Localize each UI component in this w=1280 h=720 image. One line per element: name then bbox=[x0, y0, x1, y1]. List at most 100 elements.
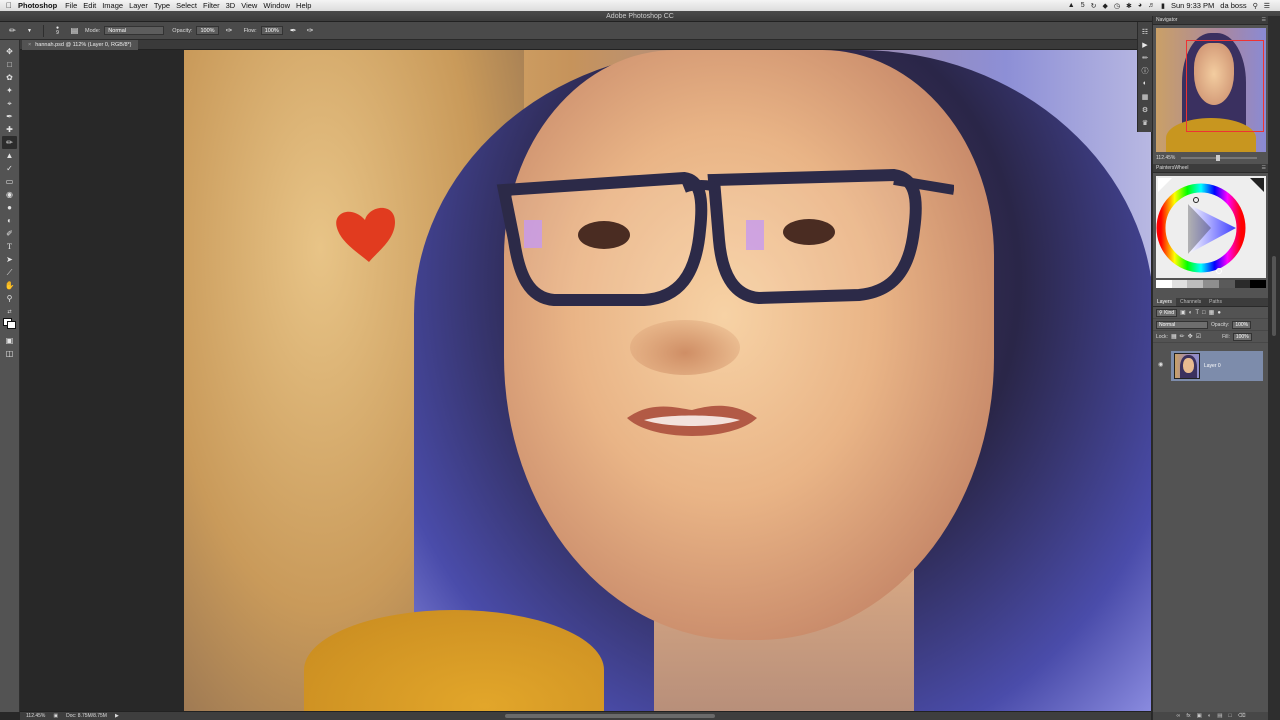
volume-icon[interactable]: ♬ bbox=[1148, 2, 1155, 9]
apple-icon[interactable]:  bbox=[0, 1, 18, 10]
lasso-tool-icon[interactable]: ✿ bbox=[2, 71, 17, 84]
artwork-portrait[interactable] bbox=[184, 50, 1151, 711]
add-mask-icon[interactable]: ▣ bbox=[1197, 713, 1202, 719]
line-tool-icon[interactable]: ⟋ bbox=[2, 266, 17, 279]
panel-scrollbar[interactable] bbox=[1272, 256, 1276, 336]
delete-layer-icon[interactable]: ⌫ bbox=[1238, 713, 1246, 719]
menu-edit[interactable]: Edit bbox=[83, 1, 102, 10]
tab-layers[interactable]: Layers bbox=[1153, 298, 1177, 306]
clone-stamp-tool-icon[interactable]: ▲ bbox=[2, 149, 17, 162]
adjustments-icon[interactable]: ◐ bbox=[1139, 77, 1151, 90]
marquee-tool-icon[interactable]: □ bbox=[2, 58, 17, 71]
history-icon[interactable]: ☷ bbox=[1139, 25, 1151, 38]
menu-user[interactable]: da boss bbox=[1220, 1, 1246, 10]
layer-style-icon[interactable]: fx bbox=[1186, 713, 1190, 719]
clone-source-icon[interactable]: ♛ bbox=[1139, 116, 1151, 129]
quick-mask-icon[interactable]: ▣ bbox=[2, 334, 17, 347]
blur-tool-icon[interactable]: ● bbox=[2, 201, 17, 214]
spotlight-icon[interactable]: ⚲ bbox=[1253, 2, 1258, 10]
menu-image[interactable]: Image bbox=[102, 1, 129, 10]
swatches-icon[interactable]: ▦ bbox=[1139, 90, 1151, 103]
adjustment-layer-icon[interactable]: ◐ bbox=[1208, 713, 1211, 719]
layer-visibility-eye-icon[interactable]: ◉ bbox=[1158, 361, 1163, 368]
panel-menu-icon[interactable]: ☰ bbox=[1262, 16, 1266, 25]
pressure-opacity-icon[interactable]: ✑ bbox=[223, 25, 236, 37]
horizontal-scrollbar[interactable] bbox=[505, 714, 715, 718]
filter-type-icon[interactable]: T bbox=[1195, 310, 1199, 316]
eyedropper-tool-icon[interactable]: ✒ bbox=[2, 110, 17, 123]
timemachine-icon[interactable]: ◷ bbox=[1114, 2, 1120, 10]
lock-pixels-icon[interactable]: ✏ bbox=[1180, 333, 1185, 340]
new-layer-icon[interactable]: □ bbox=[1228, 713, 1231, 719]
layer-opacity-field[interactable]: 100% bbox=[1232, 320, 1252, 329]
dropbox-icon[interactable]: ◆ bbox=[1102, 2, 1107, 10]
lock-transparent-icon[interactable]: ▦ bbox=[1171, 333, 1177, 340]
actions-icon[interactable]: ▶ bbox=[1139, 38, 1151, 51]
notification-center-icon[interactable]: ☰ bbox=[1264, 2, 1270, 10]
crop-tool-icon[interactable]: ⌖ bbox=[2, 97, 17, 110]
brush-panel-icon[interactable]: ▤ bbox=[68, 25, 81, 37]
filter-toggle-icon[interactable]: ● bbox=[1217, 310, 1221, 316]
airbrush-icon[interactable]: ✒ bbox=[287, 25, 300, 37]
mode-select[interactable]: Normal bbox=[104, 26, 165, 35]
eraser-tool-icon[interactable]: ▭ bbox=[2, 175, 17, 188]
close-icon[interactable]: × bbox=[28, 42, 31, 48]
layer-thumbnail[interactable] bbox=[1174, 353, 1200, 379]
history-brush-tool-icon[interactable]: ✓ bbox=[2, 162, 17, 175]
panel-menu-icon[interactable]: ☰ bbox=[1262, 164, 1266, 173]
brush-tool-icon[interactable]: ✏ bbox=[2, 136, 17, 149]
flow-field[interactable]: 100% bbox=[260, 26, 283, 35]
adobe-icon[interactable]: ▲ bbox=[1068, 2, 1075, 9]
link-layers-icon[interactable]: ∞ bbox=[1176, 713, 1180, 719]
filter-shape-icon[interactable]: □ bbox=[1202, 310, 1206, 316]
navigator-thumbnail[interactable] bbox=[1156, 28, 1266, 152]
color-wheel[interactable] bbox=[1156, 176, 1266, 278]
opacity-field[interactable]: 100% bbox=[196, 26, 219, 35]
layer-row[interactable]: Layer 0 bbox=[1171, 351, 1263, 381]
navigator-zoom-slider[interactable] bbox=[1181, 155, 1257, 161]
navigator-header[interactable]: Navigator ☰ bbox=[1153, 16, 1269, 25]
tab-channels[interactable]: Channels bbox=[1176, 298, 1205, 306]
export-icon[interactable]: ▣ bbox=[53, 713, 58, 719]
brushes-icon[interactable]: ✏ bbox=[1139, 51, 1151, 64]
menu-app-photoshop[interactable]: Photoshop bbox=[18, 1, 65, 10]
screen-mode-icon[interactable]: ◫ bbox=[2, 347, 17, 360]
zoom-tool-icon[interactable]: ⚲ bbox=[2, 292, 17, 305]
path-selection-tool-icon[interactable]: ➤ bbox=[2, 253, 17, 266]
menu-file[interactable]: File bbox=[65, 1, 83, 10]
bluetooth-icon[interactable]: ✱ bbox=[1126, 2, 1132, 10]
chevron-down-icon[interactable]: ▼ bbox=[23, 25, 36, 37]
pressure-size-icon[interactable]: ✑ bbox=[304, 25, 317, 37]
healing-brush-tool-icon[interactable]: ✚ bbox=[2, 123, 17, 136]
filter-pixel-icon[interactable]: ▣ bbox=[1180, 309, 1186, 316]
canvas-area[interactable] bbox=[20, 50, 1151, 711]
status-menu-arrow-icon[interactable]: ▶ bbox=[115, 713, 119, 719]
menu-type[interactable]: Type bbox=[154, 1, 176, 10]
status-doc-size[interactable]: Doc: 8.75M/8.75M bbox=[66, 713, 107, 719]
filter-adjustment-icon[interactable]: ◐ bbox=[1189, 310, 1193, 316]
move-tool-icon[interactable]: ✥ bbox=[2, 45, 17, 58]
filter-smart-object-icon[interactable]: ▦ bbox=[1209, 309, 1215, 316]
paint-bucket-tool-icon[interactable]: ◉ bbox=[2, 188, 17, 201]
menu-select[interactable]: Select bbox=[176, 1, 203, 10]
menu-layer[interactable]: Layer bbox=[129, 1, 154, 10]
properties-icon[interactable]: ⚙ bbox=[1139, 103, 1151, 116]
layer-name[interactable]: Layer 0 bbox=[1204, 363, 1221, 369]
color-wheel-graphic[interactable] bbox=[1156, 176, 1266, 278]
tab-paths[interactable]: Paths bbox=[1205, 298, 1226, 306]
menu-help[interactable]: Help bbox=[296, 1, 317, 10]
painters-wheel-header[interactable]: PaintersWheel ☰ bbox=[1153, 164, 1269, 173]
menu-3d[interactable]: 3D bbox=[226, 1, 242, 10]
navigator-view-box[interactable] bbox=[1186, 40, 1264, 132]
pen-tool-icon[interactable]: ✐ bbox=[2, 227, 17, 240]
sync-icon[interactable]: ↻ bbox=[1091, 2, 1097, 10]
swap-colors-icon[interactable]: ⇄ bbox=[2, 305, 17, 318]
menu-view[interactable]: View bbox=[241, 1, 263, 10]
menu-clock[interactable]: Sun 9:33 PM bbox=[1171, 1, 1214, 10]
status-zoom[interactable]: 112.45% bbox=[26, 713, 45, 719]
brush-size-picker[interactable]: ● 9 bbox=[51, 25, 64, 37]
quick-selection-tool-icon[interactable]: ✦ bbox=[2, 84, 17, 97]
lock-position-icon[interactable]: ✥ bbox=[1188, 333, 1193, 340]
lock-all-icon[interactable]: ☑ bbox=[1196, 333, 1201, 340]
type-tool-icon[interactable]: T bbox=[2, 240, 17, 253]
